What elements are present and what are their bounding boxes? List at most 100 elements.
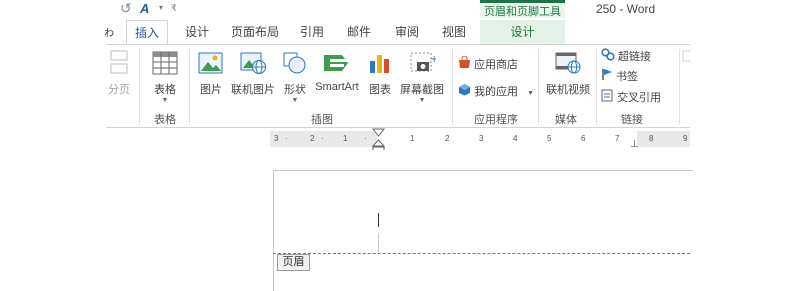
divider — [139, 49, 140, 125]
store-icon — [458, 55, 471, 74]
page-break-label: 分页 — [108, 84, 130, 96]
my-apps-icon — [458, 83, 471, 101]
window-title: 250 - Word — [596, 2, 656, 16]
picture-icon — [198, 52, 223, 74]
ruler-label: 3 — [274, 134, 279, 143]
qat-dropdown[interactable]: ▾ — [159, 0, 163, 16]
chevron-down-icon: ▼ — [527, 89, 534, 97]
hyperlink-button[interactable]: 超链接 — [601, 48, 651, 66]
shapes-icon — [283, 52, 306, 74]
header-tag[interactable]: 页眉 — [277, 254, 310, 271]
context-accent-bar — [480, 0, 565, 3]
smartart-label: SmartArt — [315, 81, 359, 93]
comment-icon — [682, 50, 696, 62]
ruler-dot: · — [321, 134, 324, 143]
ribbon-tabs: ゎ 插入 设计 页面布局 引用 邮件 审阅 视图 设计 — [103, 20, 690, 45]
store-label: 应用商店 — [474, 58, 518, 71]
table-button[interactable]: 表格 ▼ — [148, 51, 182, 105]
group-label-tables: 表格 — [154, 114, 176, 126]
group-label-illustrations: 插图 — [311, 114, 333, 126]
screenshot-icon: + — [410, 52, 438, 72]
context-tools-label: 页眉和页脚工具 — [484, 6, 561, 18]
document-page[interactable] — [273, 170, 693, 291]
tab-insert[interactable]: 插入 — [126, 20, 169, 45]
tab-page-layout[interactable]: 页面布局 — [231, 23, 279, 41]
tab-references[interactable]: 引用 — [300, 23, 324, 41]
tab-review[interactable]: 审阅 — [395, 23, 419, 41]
table-button-label: 表格 — [154, 84, 176, 96]
smartart-icon — [324, 55, 348, 71]
qat-customize[interactable]: ₹ — [171, 0, 177, 16]
margin-marker — [378, 233, 379, 253]
online-video-label: 联机视频 — [546, 84, 590, 96]
cross-reference-button[interactable]: 交叉引用 — [601, 89, 661, 107]
chart-button[interactable]: 图表 — [365, 51, 395, 97]
chart-label: 图表 — [369, 84, 391, 96]
chart-icon — [370, 55, 389, 73]
chevron-down-icon: ▼ — [161, 97, 169, 104]
ruler-label: 4 — [513, 134, 518, 143]
online-pictures-button[interactable]: 联机图片 — [230, 51, 276, 97]
ruler-label: 5 — [547, 134, 552, 143]
ruler-label: 7 — [615, 134, 620, 143]
text-effects-icon[interactable]: A — [140, 1, 149, 17]
ruler-dot: · — [285, 134, 288, 143]
bookmark-label: 书签 — [616, 70, 638, 83]
comment-button-partial[interactable] — [682, 49, 696, 78]
tab-mailings[interactable]: 邮件 — [347, 23, 371, 41]
tab-stop-icon[interactable]: ⊥ — [630, 139, 639, 150]
ruler-label: 3 — [479, 134, 484, 143]
tab-design[interactable]: 设计 — [185, 23, 209, 41]
pictures-button[interactable]: 图片 — [196, 51, 226, 97]
screenshot-label: 屏幕截图 — [400, 84, 444, 96]
store-button[interactable]: 应用商店 — [458, 55, 518, 74]
screenshot-button[interactable]: + 屏幕截图 ▼ — [398, 51, 446, 105]
page-break-button[interactable]: 分页 — [106, 49, 132, 97]
ruler-label: 2 — [445, 134, 450, 143]
text-cursor — [378, 213, 379, 227]
divider — [189, 49, 190, 125]
ruler-label: 1 — [410, 134, 415, 143]
ruler-ticks: 3 · 2 · 1 · 1 2 3 4 5 6 7 8 9 — [270, 134, 690, 144]
ruler-label: 1 — [343, 134, 348, 143]
tab-partial[interactable]: ゎ — [103, 23, 115, 41]
header-boundary-line — [273, 253, 690, 254]
shapes-button[interactable]: 形状 ▼ — [280, 51, 310, 105]
bookmark-icon — [601, 68, 613, 86]
tab-view[interactable]: 视图 — [442, 23, 466, 41]
group-label-links: 链接 — [621, 114, 643, 126]
ruler-label: 8 — [649, 134, 654, 143]
ruler-label: 2 — [310, 134, 315, 143]
chevron-down-icon: ▼ — [418, 97, 426, 104]
table-icon — [152, 51, 178, 75]
bookmark-button[interactable]: 书签 — [601, 68, 638, 86]
cross-reference-label: 交叉引用 — [617, 91, 661, 104]
cross-reference-icon — [601, 89, 614, 107]
divider — [596, 49, 597, 125]
undo-icon[interactable]: ↺ — [120, 0, 132, 16]
online-video-icon — [555, 52, 581, 74]
my-apps-label: 我的应用 — [474, 85, 518, 98]
ruler-label: 6 — [581, 134, 586, 143]
smartart-button[interactable]: SmartArt — [312, 51, 362, 93]
ribbon: 分页 表格 ▼ 表格 图片 联机图片 形状 ▼ SmartArt 图表 + 屏幕… — [106, 44, 696, 128]
shapes-label: 形状 — [284, 84, 306, 96]
divider — [452, 49, 453, 125]
ruler-label: 9 — [683, 134, 688, 143]
group-label-apps: 应用程序 — [474, 114, 518, 126]
online-video-button[interactable]: 联机视频 — [543, 51, 593, 97]
chevron-down-icon: ▼ — [291, 97, 299, 104]
tab-header-footer-design[interactable]: 设计 — [480, 20, 565, 44]
online-picture-icon — [240, 52, 266, 74]
horizontal-ruler[interactable]: 3 · 2 · 1 · 1 2 3 4 5 6 7 8 9 — [270, 131, 690, 147]
online-pictures-label: 联机图片 — [231, 84, 275, 96]
divider — [538, 49, 539, 125]
divider — [679, 49, 680, 125]
page-break-icon — [110, 50, 128, 74]
pictures-label: 图片 — [200, 84, 222, 96]
group-label-media: 媒体 — [555, 114, 577, 126]
ruler-dot: · — [364, 134, 367, 143]
hyperlink-icon — [601, 48, 615, 66]
svg-text:+: + — [430, 54, 436, 65]
my-apps-button[interactable]: 我的应用 ▼ — [458, 83, 534, 102]
